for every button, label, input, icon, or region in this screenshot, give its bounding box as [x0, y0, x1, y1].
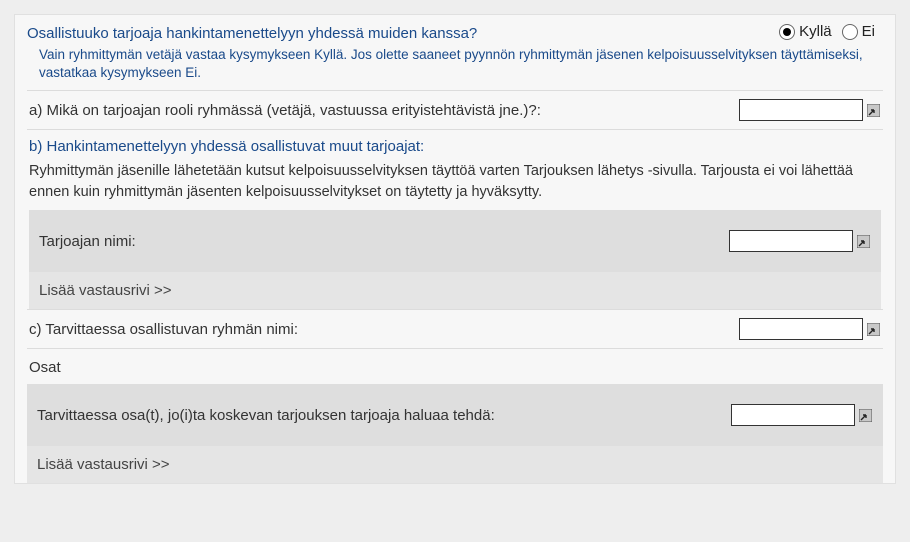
- section-parts-heading: Osat: [27, 348, 883, 384]
- row-c: c) Tarvittaessa osallistuvan ryhmän nimi…: [27, 309, 883, 348]
- nested-b: Tarjoajan nimi: Lisää vastausrivi >>: [29, 210, 881, 309]
- label-b-title: b) Hankintamenettelyyn yhdessä osallistu…: [29, 138, 881, 155]
- expand-icon[interactable]: [865, 102, 881, 118]
- input-parts[interactable]: [731, 404, 855, 426]
- row-b: b) Hankintamenettelyyn yhdessä osallistu…: [27, 129, 883, 309]
- input-wrap-a: [739, 99, 881, 121]
- label-bidder: Tarjoajan nimi:: [39, 233, 136, 250]
- input-wrap-parts: [731, 404, 873, 426]
- row-a: a) Mikä on tarjoajan rooli ryhmässä (vet…: [27, 90, 883, 129]
- radio-yes[interactable]: [779, 24, 795, 40]
- expand-icon[interactable]: [855, 233, 871, 249]
- radio-no-label: Ei: [862, 23, 875, 40]
- radio-no[interactable]: [842, 24, 858, 40]
- label-parts: Tarvittaessa osa(t), jo(i)ta koskevan ta…: [37, 407, 495, 424]
- nested-row-parts: Tarvittaessa osa(t), jo(i)ta koskevan ta…: [27, 384, 883, 446]
- radio-group: Kyllä Ei: [779, 23, 875, 40]
- input-bidder[interactable]: [729, 230, 853, 252]
- input-wrap-c: [739, 318, 881, 340]
- input-wrap-bidder: [729, 230, 871, 252]
- nested-row-bidder: Tarjoajan nimi:: [29, 210, 881, 272]
- form-panel: Osallistuuko tarjoaja hankintamenettelyy…: [14, 14, 896, 484]
- label-a: a) Mikä on tarjoajan rooli ryhmässä (vet…: [29, 102, 739, 119]
- label-b-text: Ryhmittymän jäsenille lähetetään kutsut …: [29, 161, 881, 202]
- expand-icon[interactable]: [865, 321, 881, 337]
- question-header: Osallistuuko tarjoaja hankintamenettelyy…: [27, 25, 883, 42]
- radio-yes-label: Kyllä: [799, 23, 832, 40]
- input-c[interactable]: [739, 318, 863, 340]
- label-c: c) Tarvittaessa osallistuvan ryhmän nimi…: [29, 321, 739, 338]
- expand-icon[interactable]: [857, 407, 873, 423]
- input-a[interactable]: [739, 99, 863, 121]
- add-row-b[interactable]: Lisää vastausrivi >>: [29, 272, 881, 309]
- question-title: Osallistuuko tarjoaja hankintamenettelyy…: [27, 25, 477, 42]
- add-row-parts[interactable]: Lisää vastausrivi >>: [27, 446, 883, 483]
- question-helper: Vain ryhmittymän vetäjä vastaa kysymykse…: [39, 46, 883, 82]
- nested-parts: Tarvittaessa osa(t), jo(i)ta koskevan ta…: [27, 384, 883, 483]
